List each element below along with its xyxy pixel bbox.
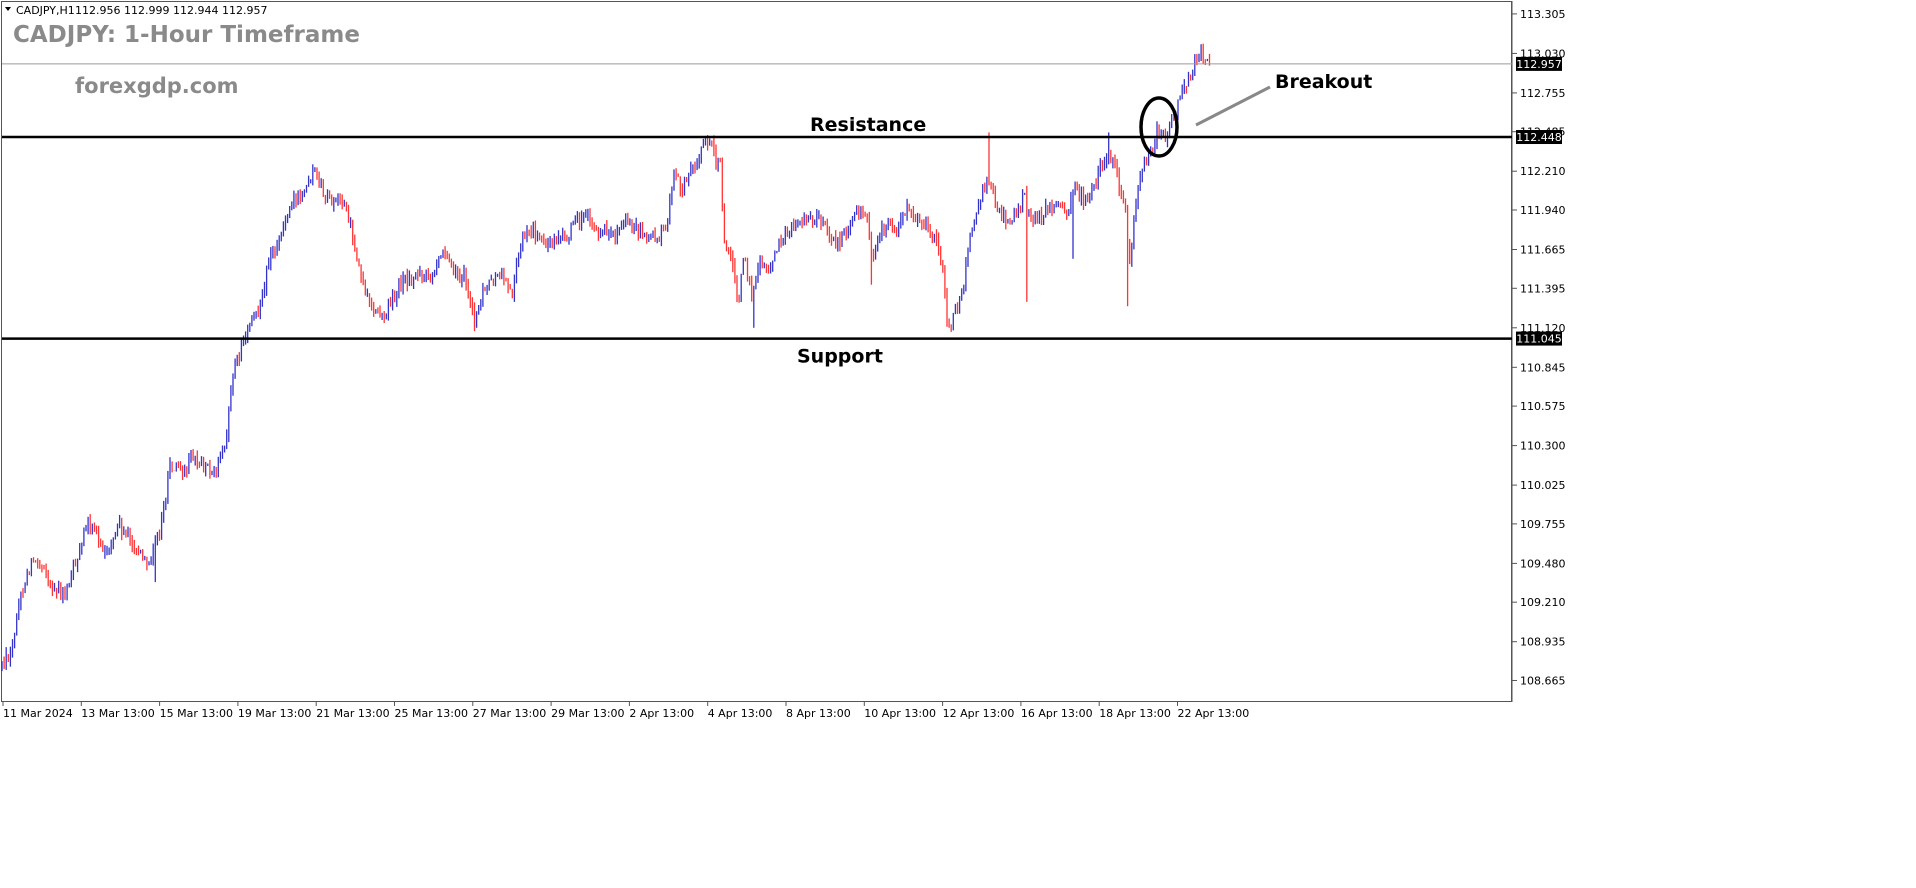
chart-area[interactable]: 113.305113.030112.755112.485112.210111.9… (0, 0, 1916, 884)
y-tick-label: 108.665 (1520, 674, 1566, 687)
y-tick-label: 109.755 (1520, 518, 1566, 531)
time-axis: 11 Mar 2024 13 Mar 13:00 15 Mar 13:00 19 Ma… (2, 702, 1250, 720)
y-tick-label: 110.300 (1520, 440, 1566, 453)
symbol-info: CADJPY,H1 (16, 4, 75, 17)
resistance-price-tag-text: 112.448 (1516, 131, 1562, 144)
y-tick-label: 111.665 (1520, 244, 1566, 257)
x-tick-label: 25 Mar 13:00 (395, 707, 468, 720)
y-tick-label: 111.940 (1520, 204, 1566, 217)
chart-title: CADJPY: 1-Hour Timeframe (13, 22, 360, 48)
y-tick-label: 108.935 (1520, 636, 1566, 649)
y-tick-label: 110.025 (1520, 479, 1566, 492)
y-tick-label: 111.395 (1520, 282, 1566, 295)
x-tick-label: 16 Apr 13:00 (1021, 707, 1093, 720)
support-price-tag-text: 111.045 (1516, 333, 1562, 346)
ohlc-values: 112.956 112.999 112.944 112.957 (75, 4, 267, 17)
x-tick-label: 13 Mar 13:00 (81, 707, 154, 720)
y-tick-label: 112.210 (1520, 165, 1566, 178)
resistance-label: Resistance (810, 114, 926, 136)
current-price-tag-text: 112.957 (1516, 58, 1562, 71)
y-tick-label: 113.305 (1520, 8, 1566, 21)
y-tick-label: 110.575 (1520, 400, 1566, 413)
x-tick-label: 22 Apr 13:00 (1178, 707, 1250, 720)
price-axis: 113.305113.030112.755112.485112.210111.9… (1512, 8, 1566, 687)
x-tick-label: 11 Mar 2024 (3, 707, 73, 720)
x-tick-label: 8 Apr 13:00 (786, 707, 851, 720)
x-tick-label: 10 Apr 13:00 (864, 707, 936, 720)
watermark: forexgdp.com (75, 74, 239, 98)
x-tick-label: 15 Mar 13:00 (160, 707, 233, 720)
y-tick-label: 112.755 (1520, 87, 1566, 100)
support-label: Support (797, 346, 883, 368)
support-price-tag: 111.045 (1516, 331, 1562, 346)
resistance-price-tag: 112.448 (1516, 130, 1562, 145)
x-tick-label: 29 Mar 13:00 (551, 707, 624, 720)
x-tick-label: 27 Mar 13:00 (473, 707, 546, 720)
x-tick-label: 19 Mar 13:00 (238, 707, 311, 720)
price-chart[interactable]: 113.305113.030112.755112.485112.210111.9… (0, 0, 1916, 884)
x-tick-label: 12 Apr 13:00 (943, 707, 1015, 720)
x-tick-label: 21 Mar 13:00 (316, 707, 389, 720)
current-price-tag: 112.957 (1516, 56, 1562, 71)
plot-frame (1, 1, 1512, 702)
x-tick-label: 4 Apr 13:00 (708, 707, 773, 720)
x-tick-label: 2 Apr 13:00 (629, 707, 694, 720)
y-tick-label: 109.210 (1520, 596, 1566, 609)
y-tick-label: 109.480 (1520, 557, 1566, 570)
x-tick-label: 18 Apr 13:00 (1099, 707, 1171, 720)
breakout-label: Breakout (1275, 71, 1372, 93)
y-tick-label: 110.845 (1520, 361, 1566, 374)
